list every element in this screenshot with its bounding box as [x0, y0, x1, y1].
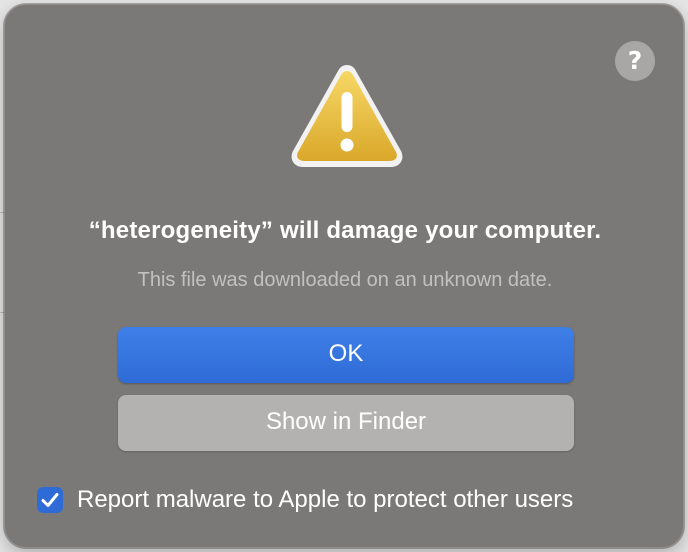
report-malware-label: Report malware to Apple to protect other… — [77, 486, 574, 513]
alert-message: This file was downloaded on an unknown d… — [137, 269, 553, 291]
report-malware-option[interactable]: Report malware to Apple to protect other… — [37, 484, 573, 516]
ok-button[interactable]: OK — [118, 327, 574, 383]
malware-alert-dialog: ? “heterogeneity” will damage your compu… — [4, 4, 684, 548]
report-malware-checkbox[interactable] — [37, 487, 63, 513]
checkmark-icon — [41, 493, 59, 507]
help-button[interactable]: ? — [615, 41, 655, 81]
alert-title: “heterogeneity” will damage your compute… — [88, 217, 602, 244]
warning-triangle-icon — [291, 65, 403, 167]
show-in-finder-button[interactable]: Show in Finder — [118, 395, 574, 451]
